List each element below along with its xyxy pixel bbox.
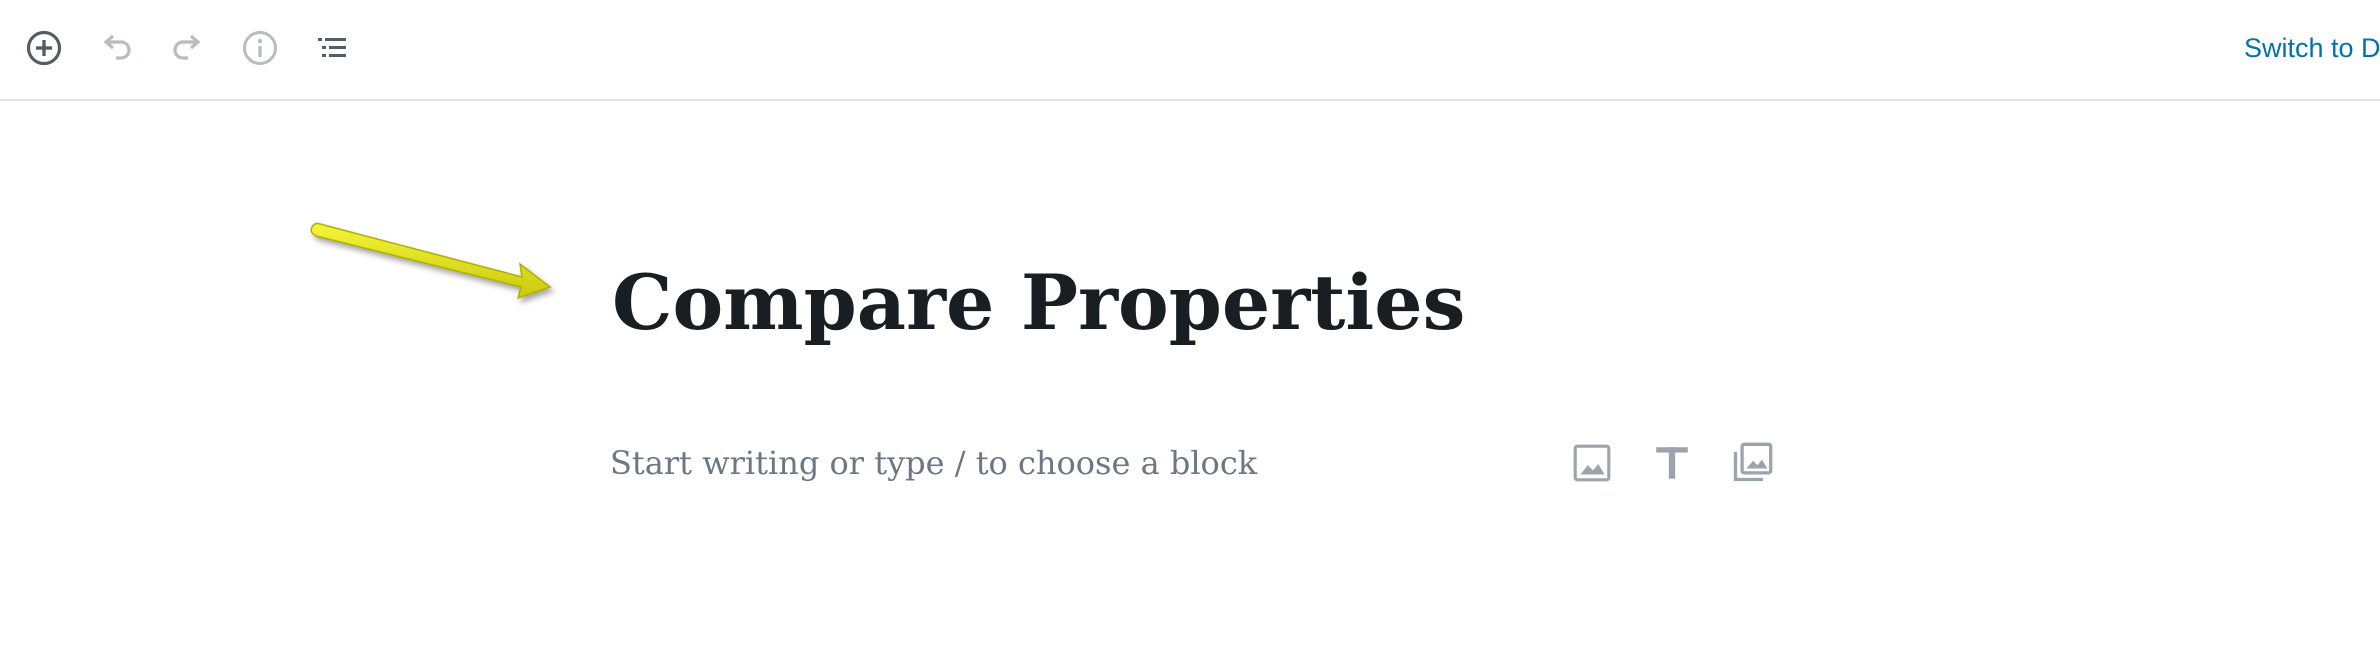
list-icon (318, 38, 346, 57)
info-button[interactable] (238, 26, 282, 70)
block-navigation-button[interactable] (310, 26, 354, 70)
yellow-arrow-icon (310, 222, 552, 300)
gallery-icon (1733, 442, 1773, 482)
redo-button[interactable] (166, 26, 210, 70)
undo-icon (103, 34, 131, 60)
insert-gallery-button[interactable] (1727, 438, 1777, 488)
info-icon (243, 31, 277, 65)
insert-image-button[interactable] (1567, 438, 1617, 488)
block-placeholder[interactable]: Start writing or type / to choose a bloc… (610, 440, 1257, 486)
heading-t-icon (1656, 447, 1688, 479)
insert-heading-button[interactable] (1647, 438, 1697, 488)
editor-header-toolbar: Switch to D (0, 0, 2380, 101)
switch-to-draft-link[interactable]: Switch to D (2244, 30, 2380, 66)
add-block-button[interactable] (22, 26, 66, 70)
post-title[interactable]: Compare Properties (612, 255, 1465, 351)
plus-circle-icon (26, 30, 62, 66)
redo-icon (173, 34, 201, 60)
undo-button[interactable] (94, 26, 138, 70)
image-icon (1573, 444, 1611, 482)
